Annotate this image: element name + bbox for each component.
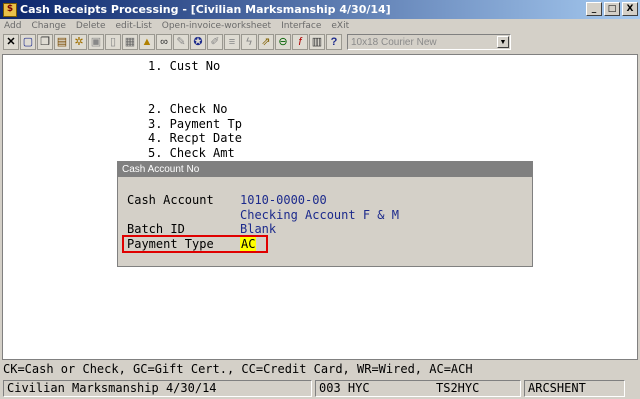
- payment-type-value[interactable]: AC: [240, 237, 257, 251]
- clipboard-icon[interactable]: ▣: [88, 34, 104, 50]
- status-code: 003 HYC: [319, 381, 370, 395]
- compass-icon[interactable]: ✪: [190, 34, 206, 50]
- paste-icon[interactable]: ▤: [54, 34, 70, 50]
- payment-type-hint: CK=Cash or Check, GC=Gift Cert., CC=Cred…: [3, 362, 473, 376]
- select-icon[interactable]: ▢: [20, 34, 36, 50]
- status-company: Civilian Marksmanship 4/30/14: [3, 379, 312, 397]
- link-icon[interactable]: ⊖: [275, 34, 291, 50]
- status-session: 003 HYC TS2HYC: [315, 379, 521, 397]
- close-button[interactable]: X: [622, 2, 638, 16]
- binoculars-icon[interactable]: ∞: [156, 34, 172, 50]
- function-icon[interactable]: f: [292, 34, 308, 50]
- menu-change[interactable]: Change: [31, 21, 65, 31]
- payment-type-input[interactable]: AC: [240, 237, 257, 251]
- field-payment-tp: 3. Payment Tp: [148, 117, 242, 131]
- batch-id-value: Blank: [240, 222, 277, 236]
- print-icon[interactable]: ▦: [122, 34, 138, 50]
- field-check-amt: 5. Check Amt: [148, 146, 235, 160]
- help-icon[interactable]: ?: [326, 34, 342, 50]
- app-icon: $: [3, 2, 17, 17]
- document-icon[interactable]: ▯: [105, 34, 121, 50]
- cash-account-description: Checking Account F & M: [240, 208, 399, 222]
- dialog-title: Cash Account No: [118, 162, 532, 177]
- status-terminal: TS2HYC: [436, 381, 480, 395]
- menu-add[interactable]: Add: [4, 21, 21, 31]
- export-icon[interactable]: ⇗: [258, 34, 274, 50]
- pen-icon[interactable]: ✐: [207, 34, 223, 50]
- title-bar: $ Cash Receipts Processing - [Civilian M…: [0, 0, 640, 19]
- payment-type-label: Payment Type: [127, 237, 214, 251]
- chevron-down-icon[interactable]: ▼: [497, 36, 509, 48]
- calculator-icon[interactable]: ▥: [309, 34, 325, 50]
- font-select-value: 10x18 Courier New: [351, 36, 437, 48]
- maximize-button[interactable]: □: [604, 2, 620, 16]
- field-cust-no: 1. Cust No: [148, 59, 221, 73]
- window-controls: _ □ X: [586, 2, 638, 16]
- cash-account-value: 1010-0000-00: [240, 193, 327, 207]
- menu-bar: Add Change Delete edit-List Open-invoice…: [0, 19, 640, 33]
- field-recpt-date: 4. Recpt Date: [148, 131, 242, 145]
- menu-edit-list[interactable]: edit-List: [115, 21, 151, 31]
- settings-icon[interactable]: ✲: [71, 34, 87, 50]
- toolbar: ✕ ▢ ❐ ▤ ✲ ▣ ▯ ▦ ▲ ∞ ✎ ✪ ✐ ≡ ϟ ⇗ ⊖ f ▥ ? …: [0, 33, 640, 51]
- status-user: ARCSHENT: [524, 379, 625, 397]
- menu-open-invoice-worksheet[interactable]: Open-invoice-worksheet: [162, 21, 271, 31]
- close-icon[interactable]: ✕: [3, 34, 19, 50]
- window-title: Cash Receipts Processing - [Civilian Mar…: [20, 3, 391, 16]
- minimize-button[interactable]: _: [586, 2, 602, 16]
- cash-account-label: Cash Account: [127, 193, 214, 207]
- lightning-icon[interactable]: ϟ: [241, 34, 257, 50]
- warning-icon[interactable]: ▲: [139, 34, 155, 50]
- field-check-no: 2. Check No: [148, 102, 228, 116]
- menu-interface[interactable]: Interface: [281, 21, 321, 31]
- report-icon[interactable]: ≡: [224, 34, 240, 50]
- copy-icon[interactable]: ❐: [37, 34, 53, 50]
- cash-account-dialog: Cash Account No Cash Account 1010-0000-0…: [117, 161, 533, 267]
- menu-delete[interactable]: Delete: [76, 21, 106, 31]
- font-select[interactable]: 10x18 Courier New ▼: [347, 34, 511, 50]
- batch-id-label: Batch ID: [127, 222, 185, 236]
- notes-icon[interactable]: ✎: [173, 34, 189, 50]
- status-bar: Civilian Marksmanship 4/30/14 003 HYC TS…: [0, 377, 640, 399]
- menu-exit[interactable]: eXit: [331, 21, 349, 31]
